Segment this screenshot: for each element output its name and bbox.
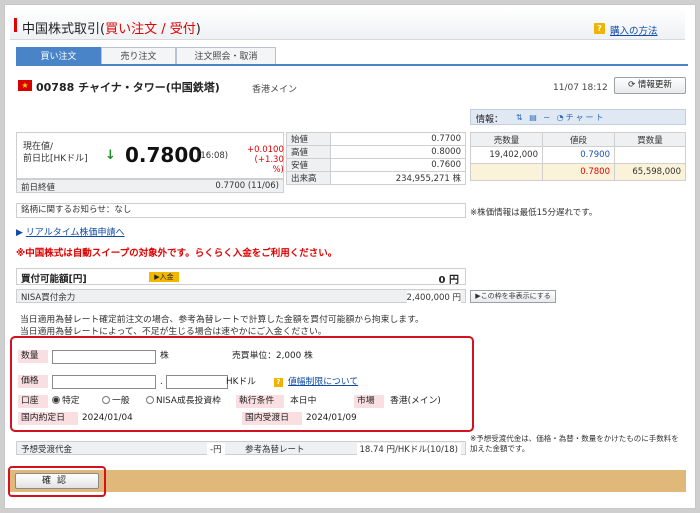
estimate-note: ※予想受渡代金は、価格・為替・数量をかけたものに手数料を 加えた金額です。 [470, 434, 679, 453]
table-row: 19,402,000 0.7900 [470, 146, 686, 164]
buying-power-row: 買付可能額[円] ▶入金 0 円 [16, 268, 466, 286]
stock-market: 香港メイン [252, 85, 298, 95]
quote-stats-table: 始値 0.7700 高値 0.8000 安値 0.7600 出来高 234,955,27… [286, 132, 466, 185]
table-row: 始値 0.7700 [286, 132, 466, 146]
estimate-value: -円 [207, 443, 225, 455]
realtime-quote-link[interactable]: ▶ リアルタイム株価申請へ [16, 225, 125, 238]
page-title: 中国株式取引(買い注文 / 受付) [22, 22, 201, 37]
table-row: 0.7800 65,598,000 [470, 163, 686, 181]
price-time: (16:08) [197, 151, 229, 161]
order-book-table: 売数量 値段 買数量 19,402,000 0.7900 0.7800 65,5… [470, 132, 686, 181]
action-bar [10, 470, 686, 492]
exchange-disclaimer: 当日適用為替レート確定前注文の場合、参考為替レートで計算した金額を買付可能額から… [20, 315, 424, 337]
table-row: 安値 0.7600 [286, 158, 466, 172]
refresh-info-button[interactable]: ⟳ 情報更新 [614, 77, 686, 94]
hide-panel-button[interactable]: ▶この枠を非表示にする [470, 290, 556, 303]
buying-power-value: 0 円 [438, 275, 459, 286]
page-title-highlight: 買い注文 / 受付 [105, 22, 196, 37]
order-form-highlight [10, 336, 474, 432]
prev-close-row: 前日終値 0.7700 (11/06) [16, 179, 284, 193]
current-price: 0.7800 [125, 143, 203, 167]
hong-kong-flag-icon: ★ [18, 80, 32, 91]
stock-name: 00788 チャイナ・タワー(中国鉄塔) [36, 81, 220, 94]
tab-order-inquiry[interactable]: 注文照会・取消 [176, 47, 276, 65]
title-accent [14, 18, 17, 32]
reference-rate-value: 18.74 円/HKドル(10/18) [356, 443, 461, 455]
table-row: 出来高 234,955,271 株 [286, 171, 466, 185]
tab-buy-order[interactable]: 買い注文 [16, 47, 101, 65]
table-row: 高値 0.8000 [286, 145, 466, 159]
ask-price: 0.7900 [542, 146, 615, 164]
bid-price: 0.7800 [542, 163, 615, 181]
stock-notice: 銘柄に関するお知らせ：なし [16, 203, 466, 218]
prev-close-value: 0.7700 (11/06) [215, 181, 279, 191]
down-arrow-icon: ↓ [105, 148, 116, 163]
deposit-button[interactable]: ▶入金 [149, 272, 179, 282]
table-row: 売数量 値段 買数量 [470, 132, 686, 147]
price-change: +0.0100 (+1.30 %) [247, 145, 284, 175]
sweep-warning: ※中国株式は自動スイープの対象外です。らくらく入金をご利用ください。 [16, 248, 338, 259]
confirm-button-highlight [8, 466, 106, 497]
how-to-buy-link[interactable]: 購入の方法 [610, 23, 658, 37]
tab-rule [16, 64, 688, 66]
refresh-icon: ⟳ [628, 80, 638, 90]
current-price-panel: 現在値/前日比[HKドル] ↓ 0.7800 (16:08) +0.0100 (+… [16, 132, 284, 179]
nisa-capacity-row: NISA買付余力 2,400,000 円 [16, 289, 466, 303]
quote-timestamp: 11/07 18:12 [553, 83, 608, 93]
estimate-row: 予想受渡代金 -円 参考為替レート 18.74 円/HKドル(10/18) [16, 441, 466, 455]
info-label: 情報： [476, 115, 504, 125]
board-view-icons[interactable]: ⇅ ▤ ∼ ◔チャート [516, 112, 606, 123]
tab-sell-order[interactable]: 売り注文 [101, 47, 176, 65]
buying-power-label: 買付可能額[円] [21, 274, 87, 285]
nisa-capacity-value: 2,400,000 円 [406, 291, 461, 303]
help-icon[interactable]: ? [594, 23, 605, 34]
delay-note: ※株価情報は最低15分遅れです。 [470, 208, 598, 218]
current-price-label: 現在値/前日比[HKドル] [23, 142, 88, 164]
